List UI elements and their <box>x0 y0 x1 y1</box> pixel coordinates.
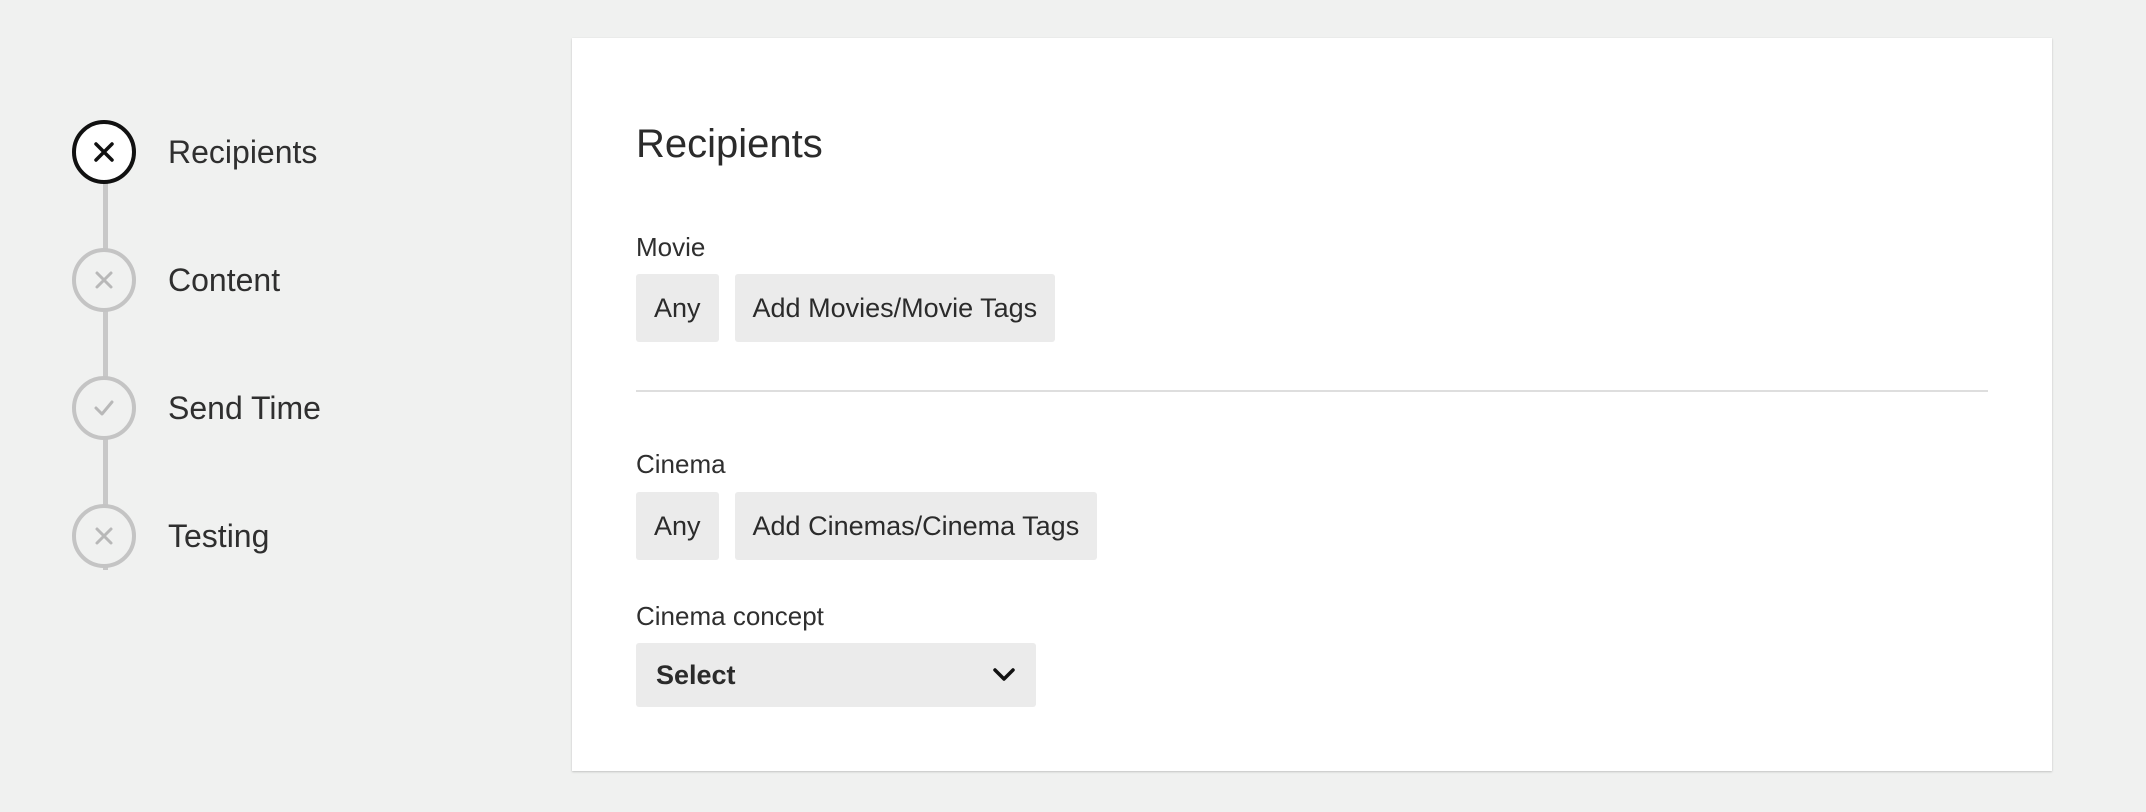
cinema-label: Cinema <box>636 449 726 479</box>
step-content[interactable]: Content <box>72 248 280 312</box>
movie-any-button[interactable]: Any <box>636 274 719 342</box>
step-recipients[interactable]: Recipients <box>72 120 317 184</box>
step-navigator: Recipients Content Send Time Testing <box>72 120 492 620</box>
add-movies-button[interactable]: Add Movies/Movie Tags <box>734 274 1056 342</box>
step-label: Content <box>168 261 281 298</box>
step-label: Recipients <box>168 133 318 170</box>
step-send-time[interactable]: Send Time <box>72 376 321 440</box>
section-divider <box>636 390 1988 392</box>
cinema-chip-row: Any Add Cinemas/Cinema Tags <box>636 492 1098 560</box>
cinema-concept-label: Cinema concept <box>636 601 824 631</box>
select-value: Select <box>656 659 736 690</box>
step-status-circle <box>72 504 136 568</box>
chevron-down-icon <box>993 668 1015 681</box>
close-icon <box>95 527 113 545</box>
step-status-circle <box>72 120 136 184</box>
recipients-card: Recipients Movie Any Add Movies/Movie Ta… <box>572 38 2052 771</box>
step-status-circle <box>72 248 136 312</box>
add-cinemas-button[interactable]: Add Cinemas/Cinema Tags <box>734 492 1098 560</box>
movie-chip-row: Any Add Movies/Movie Tags <box>636 274 1056 342</box>
step-status-circle <box>72 376 136 440</box>
step-testing[interactable]: Testing <box>72 504 269 568</box>
page-title: Recipients <box>636 122 823 166</box>
close-icon <box>95 271 113 289</box>
cinema-any-button[interactable]: Any <box>636 492 719 560</box>
step-label: Testing <box>168 517 270 554</box>
cinema-concept-select[interactable]: Select <box>636 643 1036 707</box>
movie-label: Movie <box>636 232 706 262</box>
close-icon <box>94 142 114 162</box>
check-icon <box>94 400 114 416</box>
step-label: Send Time <box>168 389 321 426</box>
